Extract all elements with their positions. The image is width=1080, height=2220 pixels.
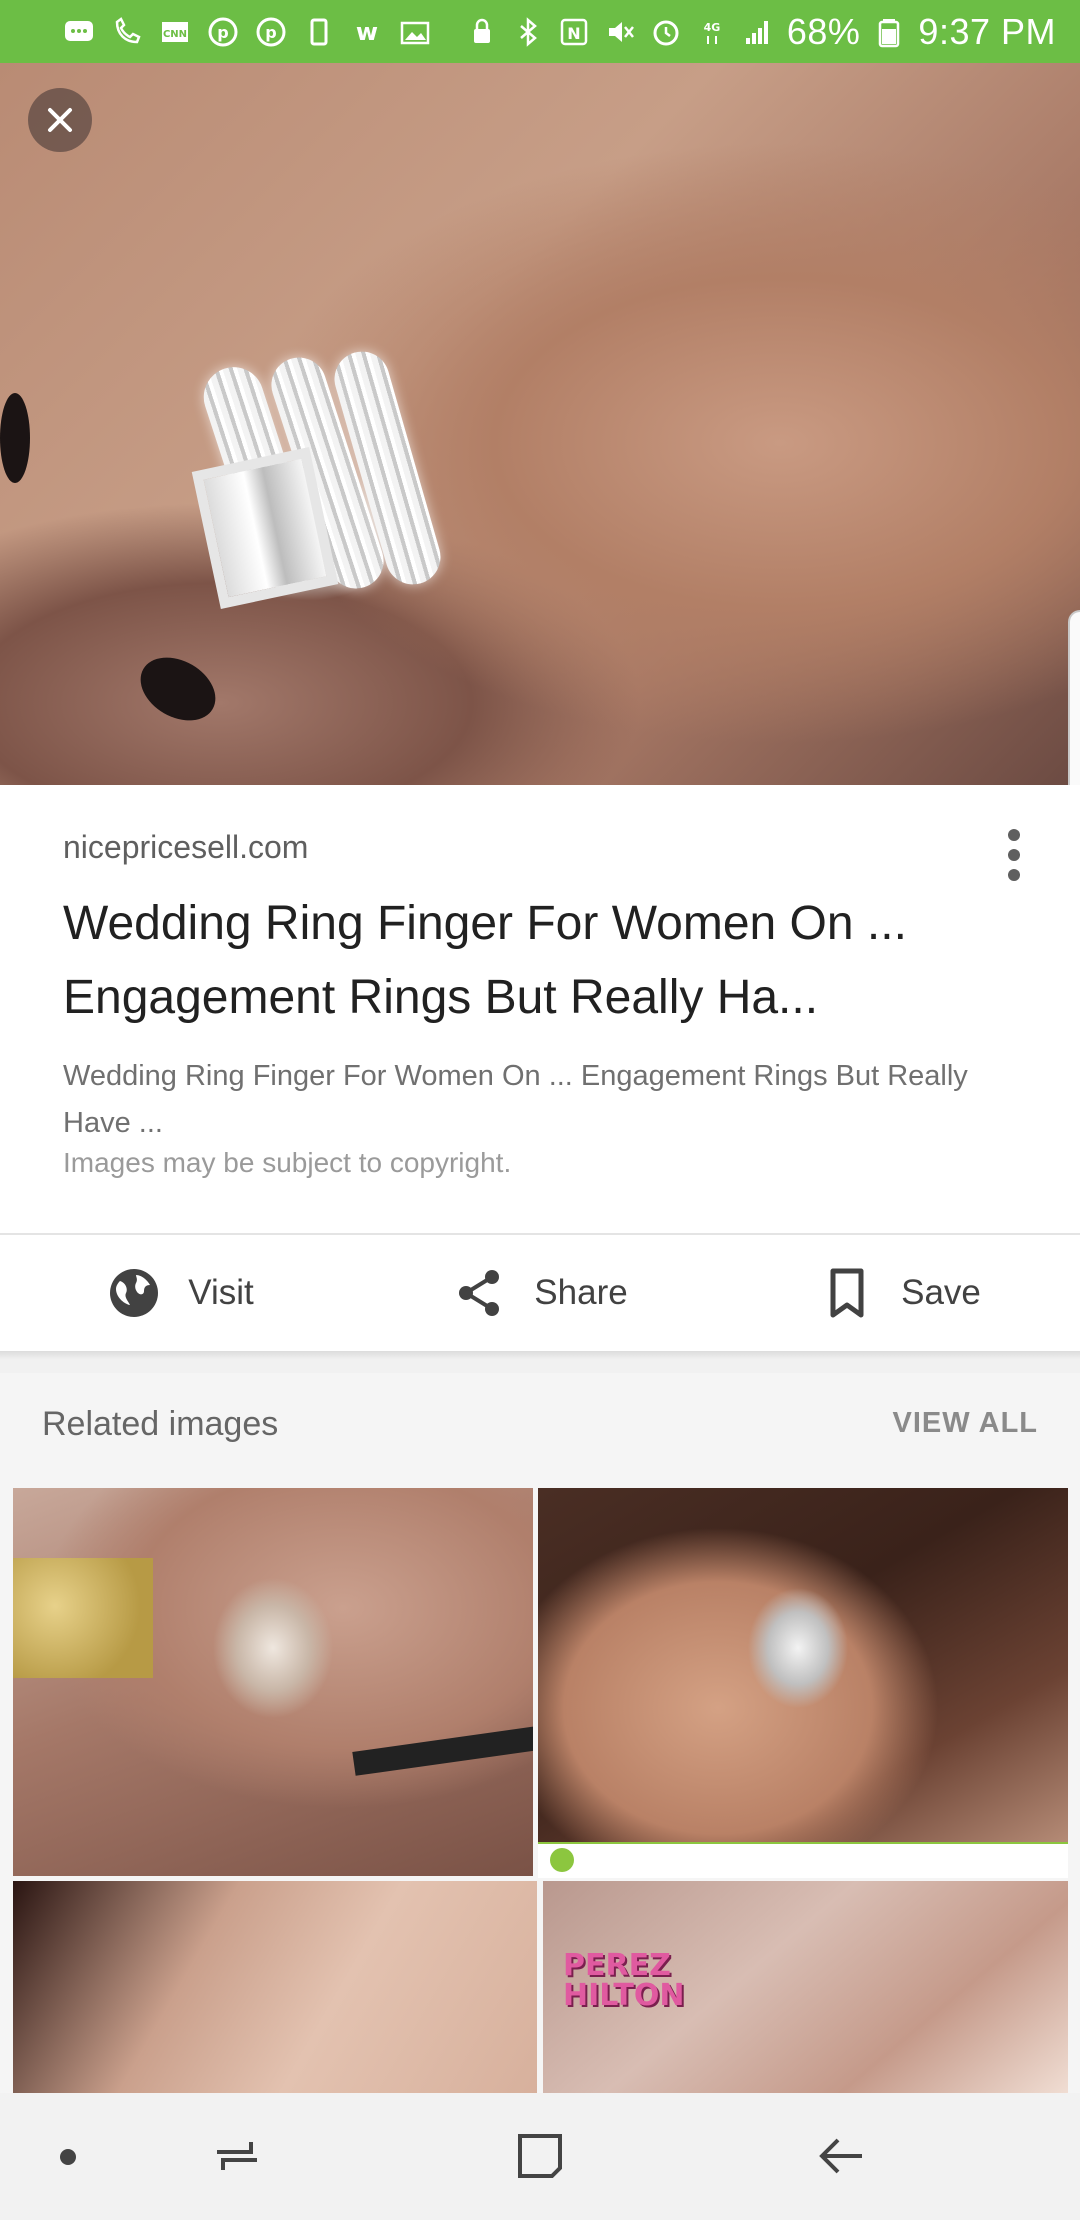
source-domain[interactable]: nicepricesell.com (63, 829, 308, 866)
status-bar: CNN p p w N 4G 68% 9:37 PM (0, 0, 1080, 63)
related-image-tile[interactable]: PEREZ HILTON (543, 1881, 1068, 2101)
perez-hilton-watermark: PEREZ HILTON (563, 1948, 685, 2013)
visit-button[interactable]: Visit (0, 1235, 360, 1351)
related-image-tile[interactable] (13, 1881, 537, 2101)
more-dot (1008, 849, 1020, 861)
clock: 9:37 PM (918, 10, 1056, 52)
close-button[interactable] (28, 88, 92, 152)
related-image-tile[interactable] (13, 1488, 533, 1876)
action-bar: Visit Share Save (0, 1233, 1080, 1351)
home-button[interactable] (510, 2126, 570, 2186)
pinterest-icon: p (206, 15, 240, 49)
svg-text:4G: 4G (704, 21, 721, 34)
back-button[interactable] (812, 2126, 872, 2186)
related-image-tile[interactable] (538, 1488, 1068, 1878)
svg-text:w: w (356, 18, 378, 46)
phone-icon (302, 15, 336, 49)
tile-detail (13, 1558, 153, 1678)
gallery-icon (398, 15, 432, 49)
save-button[interactable]: Save (720, 1235, 1080, 1351)
svg-text:p: p (217, 23, 228, 42)
navigation-bar (0, 2093, 1080, 2220)
globe-icon (110, 1269, 159, 1317)
share-icon (459, 1270, 500, 1316)
bluetooth-icon (511, 15, 545, 49)
system-icons: N 4G 68% 9:37 PM (465, 11, 1056, 53)
share-button[interactable]: Share (360, 1235, 720, 1351)
svg-text:N: N (567, 24, 580, 43)
more-options-button[interactable] (994, 825, 1034, 885)
section-divider (0, 1351, 1080, 1373)
result-title[interactable]: Wedding Ring Finger For Women On ... Eng… (63, 887, 963, 1035)
home-icon (518, 2134, 562, 2178)
battery-icon (872, 15, 906, 49)
battery-percent: 68% (786, 10, 861, 52)
close-icon (48, 108, 72, 132)
share-label: Share (534, 1273, 628, 1312)
bookmark-icon (830, 1268, 864, 1318)
chat-icon (62, 15, 96, 49)
missed-call-icon (110, 15, 144, 49)
mute-icon (603, 15, 637, 49)
4g-icon: 4G (695, 15, 729, 49)
fingernail (129, 644, 227, 734)
alarm-icon (649, 15, 683, 49)
recents-icon (217, 2142, 257, 2170)
svg-text:p: p (265, 23, 276, 42)
svg-text:CNN: CNN (163, 29, 187, 40)
more-dot (1008, 829, 1020, 841)
pinterest-icon: p (254, 15, 288, 49)
back-arrow-icon (819, 2138, 862, 2174)
stock-watermark-strip (538, 1842, 1068, 1878)
copyright-notice: Images may be subject to copyright. (63, 1147, 512, 1178)
lock-icon (465, 15, 499, 49)
w-icon: w (350, 15, 384, 49)
stock-logo-icon (550, 1848, 574, 1872)
nav-dot-button[interactable] (48, 2137, 88, 2177)
image-viewer-screen: CNN p p w N 4G 68% 9:37 PM nicepricesell… (0, 0, 1080, 2220)
recents-button[interactable] (207, 2126, 267, 2186)
dot-icon (60, 2149, 76, 2165)
nfc-icon: N (557, 15, 591, 49)
related-images-section: Related images VIEW ALL PEREZ HILTON (0, 1373, 1080, 2101)
more-dot (1008, 869, 1020, 881)
visit-label: Visit (188, 1273, 254, 1312)
hero-image[interactable] (0, 63, 1080, 785)
cnn-icon: CNN (158, 15, 192, 49)
result-info-card: nicepricesell.com Wedding Ring Finger Fo… (0, 785, 1080, 1233)
signal-icon (741, 15, 775, 49)
tile-detail (352, 1724, 533, 1776)
fingernail (0, 393, 30, 483)
view-all-button[interactable]: VIEW ALL (893, 1407, 1038, 1440)
notification-icons: CNN p p w (62, 15, 432, 49)
related-images-heading: Related images (42, 1405, 279, 1443)
result-description: Wedding Ring Finger For Women On ... Eng… (63, 1060, 968, 1139)
save-label: Save (901, 1273, 981, 1312)
